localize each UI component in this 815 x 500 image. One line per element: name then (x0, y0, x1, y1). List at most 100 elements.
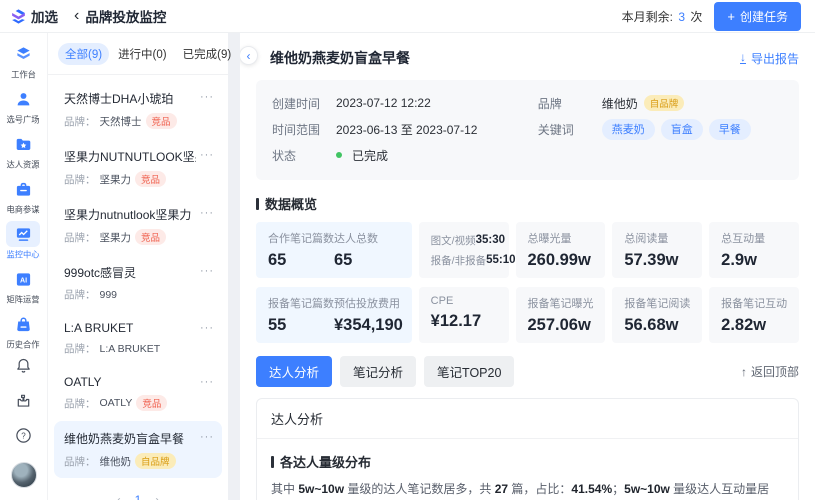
competitor-badge: 竞品 (146, 113, 177, 129)
keyword-pill: 盲盒 (661, 119, 703, 140)
svg-text:AI: AI (20, 276, 27, 284)
quota-label: 本月剩余: (622, 10, 673, 24)
status-value: 已完成 (352, 147, 388, 164)
metric-label: 报备笔记阅读 (624, 295, 690, 311)
more-menu-icon[interactable]: ··· (200, 431, 214, 443)
more-menu-icon[interactable]: ··· (200, 322, 214, 334)
tab-all[interactable]: 全部(9) (58, 43, 109, 65)
own-brand-badge: 自品牌 (135, 453, 176, 469)
prev-page-icon[interactable]: ‹ (117, 493, 121, 500)
more-menu-icon[interactable]: ··· (200, 376, 214, 388)
help-icon[interactable]: ? (15, 427, 32, 449)
campaign-title: 天然博士DHA小琥珀 (64, 90, 196, 107)
list-item[interactable]: 天然博士DHA小琥珀 品牌： 天然博士竞品 ··· (54, 81, 222, 138)
metric-card: CPE ¥12.17 (419, 287, 509, 343)
list-item[interactable]: L:A BRUKET 品牌：L:A BRUKET ··· (54, 312, 222, 365)
metric-label: 合作笔记篇数 (268, 230, 334, 246)
tab-in-progress[interactable]: 进行中(0) (111, 43, 174, 65)
metric-label: 总互动量 (721, 230, 787, 246)
section-bar (271, 456, 274, 468)
sidebar-item-label: 选号广场 (7, 114, 40, 126)
brand-name: 坚果力 (100, 230, 132, 245)
campaign-title: 维他奶燕麦奶盲盒早餐 (64, 430, 196, 447)
campaign-list-panel: 全部(9) 进行中(0) 已完成(9) 天然博士DHA小琥珀 品牌：天然博士竞品… (48, 33, 228, 500)
sidebar-item-history-cooperation[interactable]: 历史合作 (5, 311, 41, 351)
brand-prefix: 品牌： (64, 114, 96, 129)
metric-label: 报备笔记篇数 (268, 295, 334, 311)
plugin-icon[interactable] (15, 392, 32, 414)
brand-prefix: 品牌： (64, 341, 96, 356)
more-menu-icon[interactable]: ··· (200, 91, 214, 103)
brand-name: L:A BRUKET (100, 343, 161, 355)
brand-prefix: 品牌： (64, 230, 96, 245)
brand-name: 维他奶 (100, 454, 132, 469)
more-menu-icon[interactable]: ··· (200, 149, 214, 161)
list-item[interactable]: 999otc感冒灵 品牌：999 ··· (54, 255, 222, 311)
metric-label: 报备/非报备 (431, 253, 486, 268)
current-page[interactable]: 1 (135, 493, 142, 500)
metric-value: 35:30 (476, 234, 505, 246)
metric-card: 总曝光量260.99w (516, 222, 606, 278)
tab-note-analysis[interactable]: 笔记分析 (340, 356, 416, 387)
quota-value: 3 (678, 10, 685, 24)
next-page-icon[interactable]: › (155, 493, 159, 500)
metric-card: 报备笔记互动2.82w (709, 287, 799, 343)
metric-value: 2.9w (721, 251, 787, 270)
export-report-link[interactable]: ↓ 导出报告 (740, 50, 799, 67)
created-time-label: 创建时间 (272, 95, 336, 112)
sidebar-item-label: 工作台 (11, 69, 36, 81)
list-item[interactable]: 坚果力NUTNUTLOOK坚果力... 品牌：坚果力竞品 ··· (54, 139, 222, 196)
list-item[interactable]: 坚果力nutnutlook坚果力 品牌：坚果力竞品 ··· (54, 197, 222, 254)
metric-value: ¥12.17 (431, 312, 497, 331)
list-item-selected[interactable]: 维他奶燕麦奶盲盒早餐 品牌：维他奶自品牌 ··· (54, 421, 222, 478)
back-to-top-button[interactable]: ↑ 返回顶部 (741, 363, 799, 380)
brand-name: OATLY (100, 397, 133, 409)
svg-text:?: ? (21, 431, 26, 440)
tab-influencer-analysis[interactable]: 达人分析 (256, 356, 332, 387)
app-logo[interactable]: 加选 (10, 6, 62, 26)
download-icon: ↓ (740, 52, 746, 63)
metric-label: 总曝光量 (528, 230, 594, 246)
sidebar-item-matrix-operations[interactable]: AI 矩阵运营 (5, 266, 41, 306)
distribution-summary: 其中 5w~10w 量级的达人笔记数居多，共 27 篇，占比：41.54%；5w… (271, 480, 784, 500)
brand-prefix: 品牌： (64, 396, 96, 411)
more-menu-icon[interactable]: ··· (200, 265, 214, 277)
metric-card: 报备笔记阅读56.68w (612, 287, 702, 343)
metric-card: 总互动量 2.9w (709, 222, 799, 278)
sidebar-item-workbench[interactable]: 工作台 (7, 41, 41, 81)
metrics-row-2: 报备笔记篇数55 预估投放费用¥354,190 CPE¥12.17 报备笔记曝光… (256, 287, 799, 343)
created-time-value: 2023-07-12 12:22 (336, 96, 431, 110)
quota-unit: 次 (690, 10, 702, 24)
plus-icon: + (727, 10, 735, 23)
metric-label: 总阅读量 (624, 230, 690, 246)
sidebar-item-monitor-center[interactable]: 监控中心 (5, 221, 41, 261)
back-chevron-icon[interactable]: ‹ (74, 8, 79, 24)
list-item[interactable]: OATLY 品牌：OATLY竞品 ··· (54, 366, 222, 420)
metric-label: 图文/视频 (431, 233, 476, 248)
sidebar-item-selection-plaza[interactable]: 选号广场 (5, 86, 41, 126)
metric-label: CPE (431, 295, 497, 307)
brand-label: 品牌 (538, 95, 602, 112)
brand-prefix: 品牌： (64, 287, 96, 302)
campaign-title: 坚果力nutnutlook坚果力 (64, 206, 196, 223)
brand-name: 天然博士 (100, 114, 142, 129)
metric-value: ¥354,190 (334, 316, 403, 335)
user-avatar[interactable] (11, 462, 37, 488)
metric-card: 合作笔记篇数65 达人总数65 (256, 222, 412, 278)
create-task-label: 创建任务 (740, 8, 788, 25)
sidebar-item-ecommerce-advisor[interactable]: 电商参谋 (5, 176, 41, 216)
sidebar-item-influencer-resources[interactable]: 达人资源 (5, 131, 41, 171)
data-overview-section-header: 数据概览 (256, 194, 799, 213)
status-label: 状态 (272, 147, 336, 164)
create-task-button[interactable]: + 创建任务 (714, 2, 801, 31)
tab-note-top20[interactable]: 笔记TOP20 (424, 356, 514, 387)
notifications-bell-icon[interactable] (15, 357, 32, 379)
more-menu-icon[interactable]: ··· (200, 207, 214, 219)
ai-icon: AI (6, 266, 40, 292)
tab-completed[interactable]: 已完成(9) (176, 43, 239, 65)
sidebar-item-label: 监控中心 (7, 249, 40, 261)
brand-name: 999 (100, 289, 118, 301)
top-bar: 加选 ‹ 品牌投放监控 本月剩余: 3 次 + 创建任务 (0, 0, 815, 33)
influencer-analysis-card: 达人分析 各达人量级分布 其中 5w~10w 量级的达人笔记数居多，共 27 篇… (256, 398, 799, 500)
metrics-row-1: 合作笔记篇数65 达人总数65 图文/视频35:30 报备/非报备55:10 总… (256, 222, 799, 278)
